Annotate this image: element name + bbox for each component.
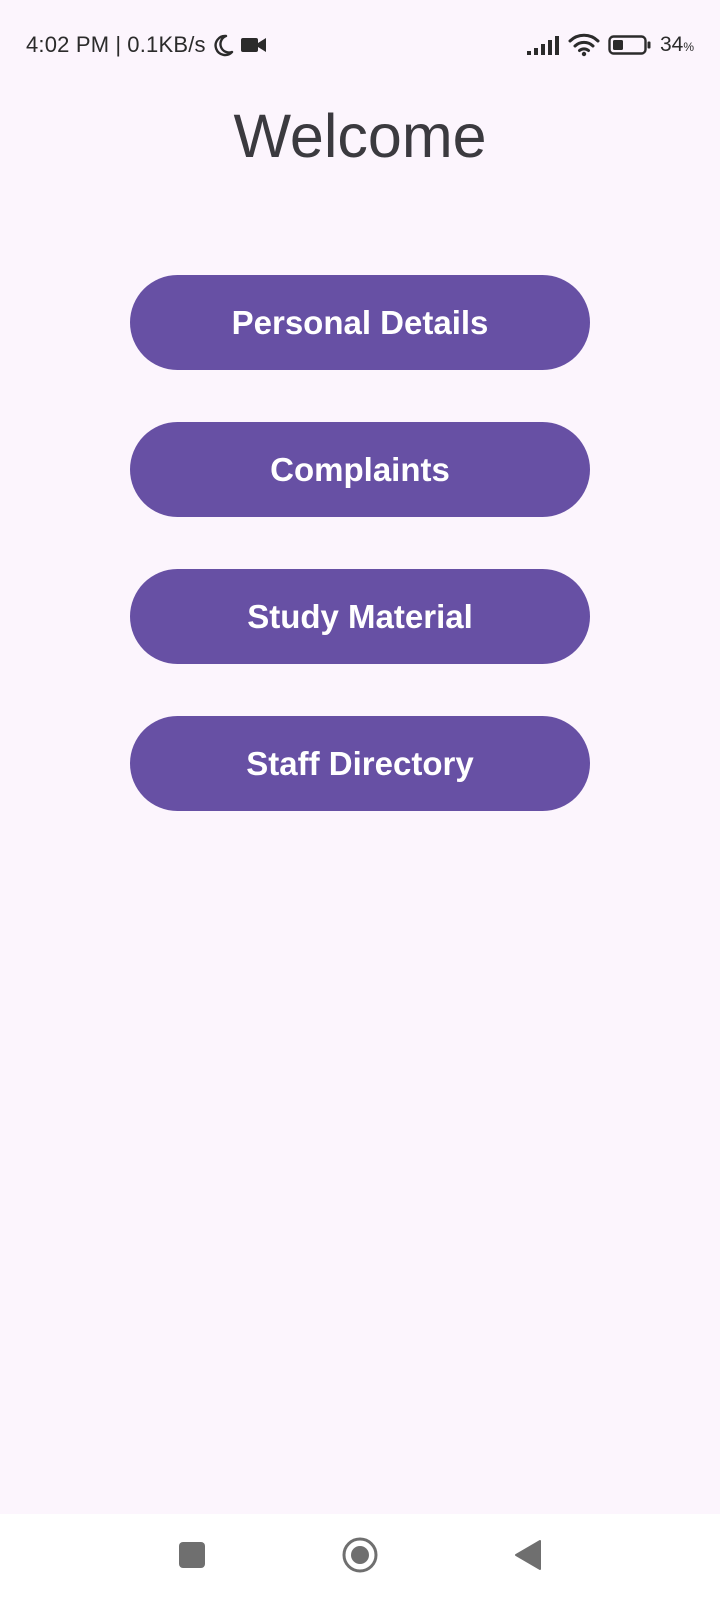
status-bar: 4:02 PM | 0.1KB/s 34% (0, 0, 720, 88)
back-button[interactable] (488, 1514, 568, 1600)
home-button[interactable] (320, 1514, 400, 1600)
status-separator: | (115, 32, 122, 57)
moon-icon (212, 33, 234, 57)
study-material-button[interactable]: Study Material (130, 569, 590, 664)
status-time: 4:02 PM (26, 32, 110, 57)
signal-icon (526, 34, 560, 56)
battery-percent-symbol: % (683, 40, 694, 54)
status-left: 4:02 PM | 0.1KB/s (26, 30, 268, 60)
recents-icon (177, 1540, 207, 1575)
video-camera-icon (240, 35, 268, 55)
battery-percent-value: 34 (659, 33, 684, 56)
staff-directory-button[interactable]: Staff Directory (130, 716, 590, 811)
battery-percent: 34% (660, 33, 694, 57)
status-right: 34% (526, 30, 694, 60)
personal-details-button[interactable]: Personal Details (130, 275, 590, 370)
page-title: Welcome (233, 102, 487, 170)
recents-button[interactable] (152, 1514, 232, 1600)
wifi-icon (568, 33, 600, 57)
battery-icon (608, 34, 652, 56)
net-speed: 0.1KB/s (127, 32, 206, 57)
home-icon (341, 1536, 379, 1579)
complaints-button[interactable]: Complaints (130, 422, 590, 517)
back-icon (513, 1539, 543, 1576)
navigation-bar (0, 1514, 720, 1600)
